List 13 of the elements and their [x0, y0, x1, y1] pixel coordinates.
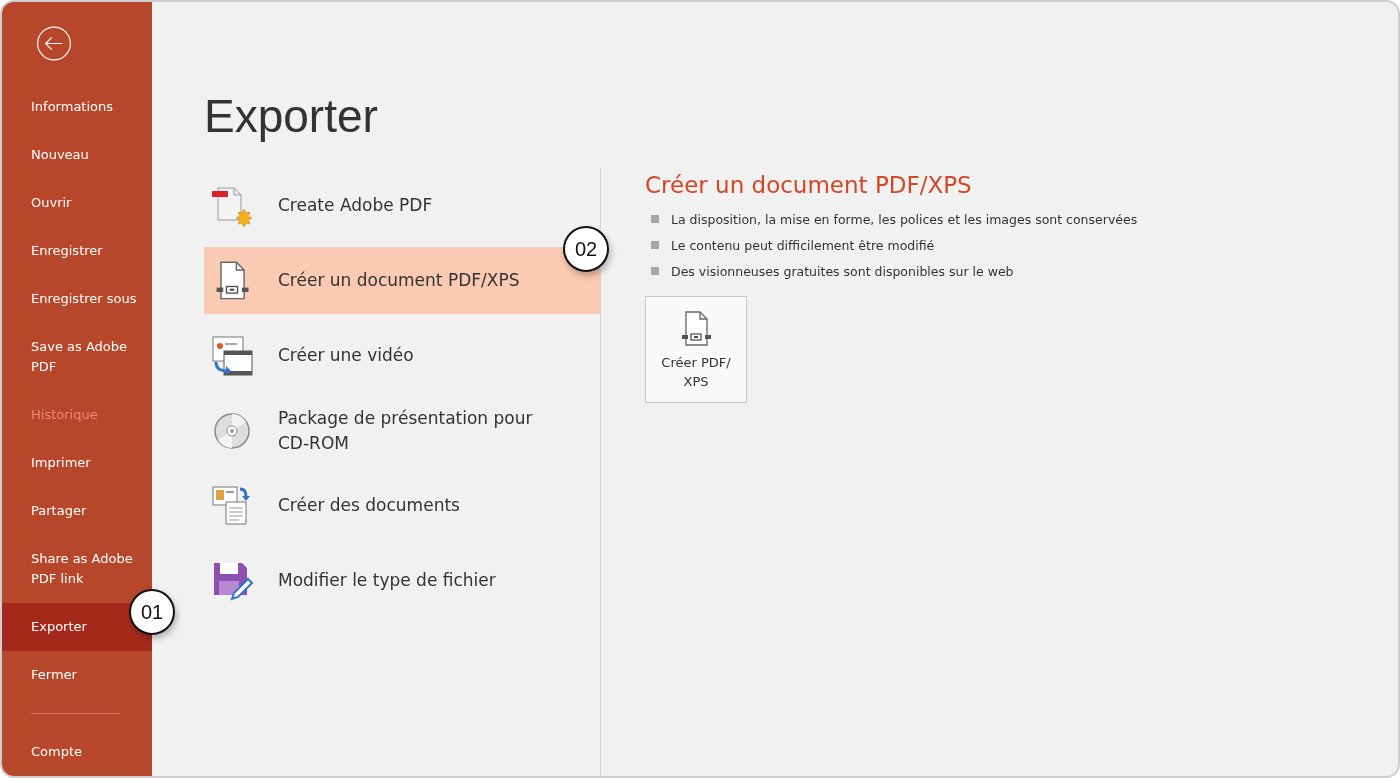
page-title: Exporter — [204, 90, 379, 142]
option-label: Créer un document PDF/XPS — [278, 269, 520, 292]
bullet-text: Le contenu peut difficilement être modifié — [671, 237, 935, 253]
bullet-text: Des visionneuses gratuites sont disponibles sur le web — [671, 263, 1014, 279]
bullet-text: La disposition, la mise en forme, les polices et les images sont conservées — [671, 211, 1138, 227]
option-label: Package de présentation pour CD-ROM — [278, 406, 534, 455]
section-title: Créer un document PDF/XPS — [645, 172, 973, 198]
option-label: Modifier le type de fichier — [278, 569, 496, 592]
step-number-tooltip: 01 — [129, 589, 175, 635]
option-label: Create Adobe PDF — [278, 194, 433, 217]
option-label: Créer des documents — [278, 494, 460, 517]
option-label: Créer une vidéo — [278, 344, 414, 367]
step-number-tooltip: 02 — [563, 226, 609, 272]
